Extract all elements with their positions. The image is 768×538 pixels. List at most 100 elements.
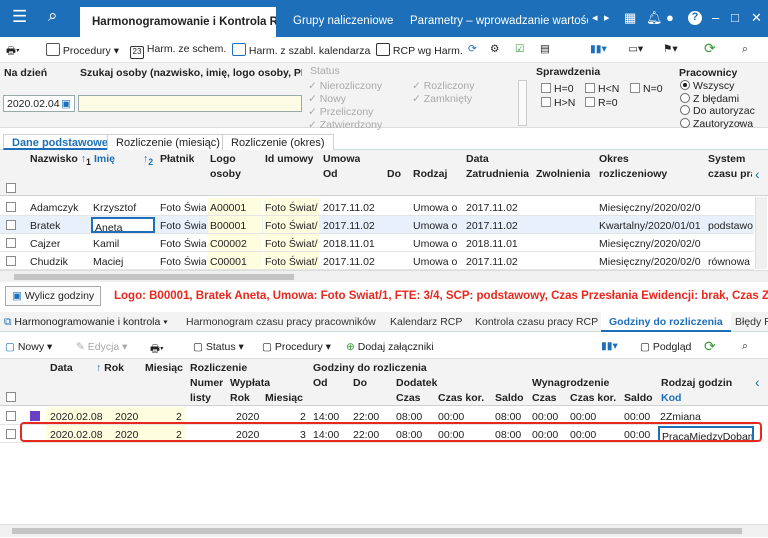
lower-select-all-checkbox[interactable]	[6, 392, 19, 404]
tab-grupy-naliczeniowe[interactable]: Grupy naliczeniowe	[293, 15, 393, 27]
close-icon[interactable]: ✕	[751, 10, 762, 26]
refresh-icon[interactable]: ⟳	[704, 40, 716, 57]
col-do-lower[interactable]: Do	[353, 377, 367, 389]
radio-wszyscy[interactable]: Wszyscy	[680, 80, 755, 93]
panel-collapse-icon[interactable]: ‹	[755, 166, 760, 182]
chart-icon[interactable]: ▮▮▾	[590, 43, 607, 55]
maximize-icon[interactable]: □	[731, 10, 739, 25]
tab-harmonogramowanie[interactable]: Harmonogramowanie i Kontrola RC	[80, 7, 276, 37]
row-checkbox[interactable]	[6, 256, 19, 268]
col-dodatek-saldo[interactable]: Saldo	[495, 392, 524, 404]
rcp-harm-button[interactable]: RCP wg Harm.	[376, 43, 463, 57]
col-numer[interactable]: Numer	[190, 377, 224, 389]
row-checkbox[interactable]	[6, 238, 19, 250]
row-checkbox[interactable]	[6, 220, 19, 232]
harm-szabl-button[interactable]: Harm. z szabl. kalendarza	[232, 43, 370, 57]
check-r0[interactable]: R=0	[585, 97, 618, 109]
check-n0[interactable]: N=0	[630, 83, 663, 95]
podglad-button[interactable]: ▢ Podgląd	[640, 341, 691, 353]
status-rozliczony[interactable]: ✓ Rozliczony	[412, 80, 475, 93]
status-scrollbar[interactable]	[518, 80, 527, 126]
refresh-lower-icon[interactable]: ⟳	[704, 338, 716, 355]
col-system[interactable]: System	[708, 153, 746, 165]
radio-zautoryzowane[interactable]: Zautoryzowa	[680, 117, 755, 131]
tab-rozliczenie-miesiac[interactable]: Rozliczenie (miesiąc)	[107, 134, 229, 150]
col-od-lower[interactable]: Od	[313, 377, 328, 389]
row-checkbox[interactable]	[6, 429, 19, 441]
status-button[interactable]: ▢ Status ▾	[193, 341, 244, 353]
col-kod[interactable]: Kod	[661, 392, 682, 404]
radio-z-bledami[interactable]: Z błędami	[680, 92, 755, 106]
refresh-users-icon[interactable]: ⟳	[468, 43, 477, 55]
col-okres[interactable]: Okres	[599, 153, 629, 165]
help-icon[interactable]: ?	[688, 11, 702, 25]
settings-doc-icon[interactable]: ⚙	[490, 43, 499, 55]
col-dodatek-czas[interactable]: Czas	[396, 392, 421, 404]
status-zatwierdzony[interactable]: ✓ Zatwierdzony	[308, 119, 382, 132]
col-do[interactable]: Do	[387, 168, 401, 180]
cell-imie[interactable]: Aneta	[91, 217, 155, 233]
status-nowy[interactable]: ✓ Nowy	[308, 93, 382, 106]
tabs-scroll-right-icon[interactable]: ▸	[604, 11, 610, 24]
approve-icon[interactable]: ☑	[515, 43, 524, 55]
bell-icon[interactable]: 🔔︎	[646, 10, 663, 26]
edycja-button[interactable]: ✎ Edycja ▾	[76, 341, 127, 353]
procedury-button[interactable]: Procedury ▾	[46, 43, 119, 57]
col-wyn-czas[interactable]: Czas	[532, 392, 557, 404]
tab-rozliczenie-okres[interactable]: Rozliczenie (okres)	[222, 134, 334, 150]
upper-vertical-scrollbar[interactable]	[755, 197, 767, 269]
lower-panel-collapse-icon[interactable]: ‹	[755, 374, 760, 390]
minimize-icon[interactable]: –	[712, 10, 719, 25]
grid-menu-icon[interactable]: ▦	[624, 10, 636, 26]
pracownicy-options[interactable]: Wszyscy Z błędami Do autoryzac Zautoryzo…	[680, 80, 755, 130]
filter-icon[interactable]: ⚑▾	[663, 43, 678, 55]
status-przeliczony[interactable]: ✓ Przeliczony	[308, 106, 382, 119]
procedury-lower-button[interactable]: ▢ Procedury ▾	[262, 341, 331, 353]
col-data-lower[interactable]: Data	[50, 362, 73, 374]
tab-harmonogram-czasu[interactable]: Harmonogram czasu pracy pracowników	[186, 316, 376, 328]
tab-dane-podstawowe[interactable]: Dane podstawowe	[3, 134, 117, 150]
col-id-umowy[interactable]: Id umowy	[265, 153, 314, 165]
col-platnik[interactable]: Płatnik	[160, 153, 195, 165]
col-dodatek-czas-kor[interactable]: Czas kor.	[438, 392, 485, 404]
search-toolbar-icon[interactable]: ⌕	[742, 43, 748, 56]
col-wyplata-miesiac[interactable]: Miesiąc	[265, 392, 303, 404]
print-icon[interactable]: 🖶︎▾	[6, 43, 20, 61]
tab-kontrola-czasu[interactable]: Kontrola czasu pracy RCP	[475, 316, 598, 328]
col-nazwisko[interactable]: Nazwisko ↑1	[30, 153, 91, 168]
row-checkbox[interactable]	[6, 202, 19, 214]
status-list[interactable]: ✓ Nierozliczony ✓ Nowy ✓ Przeliczony ✓ Z…	[308, 80, 382, 132]
col-imie[interactable]: Imię	[94, 153, 116, 165]
wylicz-godziny-button[interactable]: ▣ Wylicz godziny	[5, 286, 102, 306]
cell-imie[interactable]: Maciej	[91, 253, 155, 269]
col-od[interactable]: Od	[323, 168, 338, 180]
lower-horizontal-scrollbar[interactable]	[0, 524, 768, 537]
print-lower-icon[interactable]: 🖶︎▾	[150, 341, 164, 359]
tab-bledy[interactable]: Błędy R	[735, 316, 768, 328]
search-lower-icon[interactable]: ⌕	[742, 340, 748, 353]
list-icon[interactable]: ▤	[540, 43, 550, 55]
col-logo[interactable]: Logo	[210, 153, 236, 165]
date-input[interactable]: 2020.02.04 ▣	[3, 95, 75, 112]
status-zamkniety[interactable]: ✓ Zamknięty	[412, 93, 475, 106]
check-hgtn[interactable]: H>N	[541, 97, 575, 109]
col-wyplata-rok[interactable]: Rok	[230, 392, 250, 404]
tab-parametry[interactable]: Parametry – wprowadzanie wartości	[410, 15, 588, 27]
cell-imie[interactable]: Krzysztof	[91, 199, 155, 215]
row-checkbox[interactable]	[6, 411, 19, 423]
dodaj-zalaczniki-button[interactable]: ⊕ Dodaj załączniki	[346, 341, 434, 353]
col-miesiac-lower[interactable]: Miesiąc	[145, 362, 183, 374]
col-rodzaj[interactable]: Rodzaj	[413, 168, 448, 180]
col-rok-lower[interactable]: ↑ Rok	[96, 362, 125, 374]
status-nierozliczony[interactable]: ✓ Nierozliczony	[308, 80, 382, 93]
col-wyn-czas-kor[interactable]: Czas kor.	[570, 392, 617, 404]
sort-imie-icon[interactable]: ↑2	[143, 153, 154, 168]
calendar-picker-icon[interactable]: ▣	[61, 98, 71, 110]
select-all-checkbox[interactable]	[6, 183, 19, 195]
chart-lower-icon[interactable]: ▮▮▾	[601, 340, 618, 352]
collapse-filter-icon[interactable]: ⌄	[736, 116, 744, 127]
tabs-scroll-left-icon[interactable]: ◂	[592, 11, 598, 24]
tab-kalendarz-rcp[interactable]: Kalendarz RCP	[390, 316, 462, 328]
nowy-button[interactable]: ▢ Nowy ▾	[5, 341, 52, 353]
search-person-input[interactable]	[78, 95, 302, 112]
